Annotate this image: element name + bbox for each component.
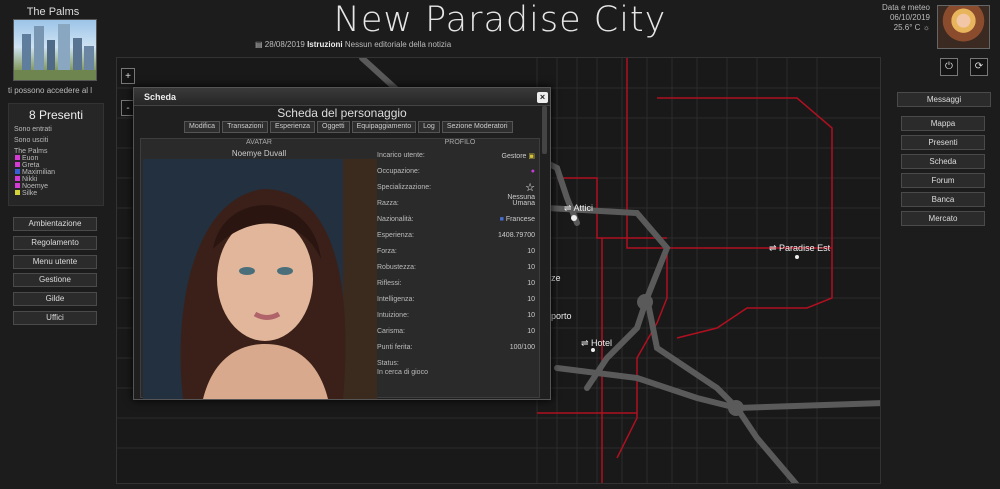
menu-regolamento[interactable]: Regolamento	[13, 236, 97, 250]
presence-count[interactable]: 8 Presenti	[9, 108, 103, 122]
news-bar: ▤ 28/08/2019 Istruzioni Nessun editorial…	[255, 40, 755, 49]
news-label[interactable]: Istruzioni	[307, 40, 343, 49]
exited-label: Sono usciti	[14, 137, 49, 144]
menu-gilde[interactable]: Gilde	[13, 292, 97, 306]
character-portrait	[143, 159, 377, 399]
tab-sezione-moderatori[interactable]: Sezione Moderatori	[441, 121, 513, 133]
profile-column-header: PROFILO	[444, 139, 476, 146]
list-item[interactable]: Noemye	[9, 183, 103, 190]
role-badge-icon: ▣	[528, 153, 535, 160]
nav-mappa[interactable]: Mappa	[901, 116, 985, 131]
sun-icon: ☼	[922, 23, 930, 32]
list-item[interactable]: Greta	[9, 162, 103, 169]
status-icon	[15, 190, 20, 195]
entered-label: Sono entrati	[14, 126, 52, 133]
app-root: New Paradise City The Palms ti possono a…	[0, 0, 1000, 489]
city-skyline-image	[14, 24, 96, 80]
news-text: Nessun editoriale della notizia	[344, 40, 452, 49]
location-marquee: ti possono accedere al l	[8, 86, 93, 95]
map-label-porto[interactable]: porto	[551, 311, 572, 321]
tab-equipaggiamento[interactable]: Equipaggiamento	[351, 121, 417, 133]
nav-scheda[interactable]: Scheda	[901, 154, 985, 169]
profile-row: Razza: Umana	[377, 200, 535, 207]
map-label-hotel[interactable]: ⇌ Hotel	[581, 338, 612, 349]
menu-ambientazione[interactable]: Ambientazione	[13, 217, 97, 231]
location-image[interactable]	[13, 19, 97, 81]
status-icon	[15, 169, 20, 174]
presence-user-list: Euon Greta Maximilian Nikki Noemye Silke	[9, 155, 103, 197]
power-button[interactable]: ⏻	[940, 58, 958, 76]
weather-date: 06/10/2019	[889, 13, 930, 22]
tab-modifica[interactable]: Modifica	[184, 121, 221, 133]
nav-forum[interactable]: Forum	[901, 173, 985, 188]
user-avatar[interactable]	[937, 5, 990, 49]
status-icon	[15, 176, 20, 181]
weather-temp: 25.6° C	[893, 23, 921, 32]
weather-label: Data e meteo	[881, 3, 930, 12]
close-button[interactable]: ×	[537, 92, 548, 103]
map-label-paradise-est[interactable]: ⇌ Paradise Est	[769, 243, 830, 254]
tab-transazioni[interactable]: Transazioni	[222, 121, 269, 133]
status-icon	[15, 162, 20, 167]
list-item[interactable]: Maximilian	[9, 169, 103, 176]
profile-row: Robustezza: 10	[377, 264, 535, 271]
occupation-icon: ●	[530, 168, 535, 175]
star-icon: ☆	[525, 182, 535, 194]
profile-row: Status: In cerca di gioco	[377, 360, 428, 376]
sheet-heading: Scheda del personaggio	[277, 106, 407, 120]
avatar-column-header: AVATAR	[246, 139, 272, 146]
refresh-button[interactable]: ⟳	[970, 58, 988, 76]
tab-esperienza[interactable]: Esperienza	[270, 121, 316, 133]
sheet-tabs: Modifica Transazioni Esperienza Oggetti …	[184, 121, 513, 133]
close-icon: ×	[539, 92, 546, 102]
profile-row: Intelligenza: 10	[377, 296, 535, 303]
profile-row: Carisma: 10	[377, 328, 535, 335]
profile-row: Specializzazione: ☆ Nessuna	[377, 182, 535, 201]
weather-box: Data e meteo 06/10/2019 25.6° C ☼	[850, 3, 930, 33]
site-title: New Paradise City	[333, 0, 667, 40]
nav-mercato[interactable]: Mercato	[901, 211, 985, 226]
profile-row: Esperienza: 1408.79700	[377, 232, 535, 239]
presence-panel: 8 Presenti Sono entrati Sono usciti The …	[8, 103, 104, 206]
refresh-icon: ⟳	[974, 61, 984, 72]
status-icon	[15, 155, 20, 160]
news-date: 28/08/2019	[264, 40, 305, 49]
nav-messaggi[interactable]: Messaggi	[897, 92, 991, 107]
profile-row: Incarico utente: Gestore ▣	[377, 152, 535, 160]
character-sheet-dialog: Scheda × Scheda del personaggio Modifica…	[133, 87, 551, 400]
flag-icon: ■	[499, 216, 504, 223]
menu-gestione[interactable]: Gestione	[13, 273, 97, 287]
list-item[interactable]: Silke	[9, 190, 103, 197]
location-name: The Palms	[26, 6, 80, 18]
portrait-image	[143, 159, 377, 399]
profile-row: Nazionalità: ■ Francese	[377, 216, 535, 223]
profile-row: Riflessi: 10	[377, 280, 535, 287]
tab-log[interactable]: Log	[418, 121, 440, 133]
character-name: Noemye Duvall	[231, 149, 287, 158]
map-label-attici[interactable]: ⇌ Attici	[564, 203, 593, 214]
map-label-ze[interactable]: ze	[551, 273, 561, 283]
sheet-body: AVATAR Noemye Duvall PROFILO Incarico ut…	[140, 138, 540, 399]
list-item[interactable]: Euon	[9, 155, 103, 162]
dialog-title: Scheda	[144, 92, 177, 102]
nav-presenti[interactable]: Presenti	[901, 135, 985, 150]
tab-oggetti[interactable]: Oggetti	[317, 121, 350, 133]
newspaper-icon: ▤	[255, 40, 263, 49]
profile-row: Punti ferita: 100/100	[377, 344, 535, 351]
menu-uffici[interactable]: Uffici	[13, 311, 97, 325]
list-item[interactable]: Nikki	[9, 176, 103, 183]
menu-menu-utente[interactable]: Menu utente	[13, 255, 97, 269]
nav-banca[interactable]: Banca	[901, 192, 985, 207]
profile-row: Occupazione: ●	[377, 168, 535, 175]
status-icon	[15, 183, 20, 188]
profile-row: Forza: 10	[377, 248, 535, 255]
zoom-in-button[interactable]: +	[121, 68, 135, 84]
dialog-titlebar[interactable]: Scheda ×	[134, 88, 550, 106]
power-icon: ⏻	[945, 61, 953, 72]
profile-row: Intuizione: 10	[377, 312, 535, 319]
presence-location: The Palms	[14, 148, 48, 155]
